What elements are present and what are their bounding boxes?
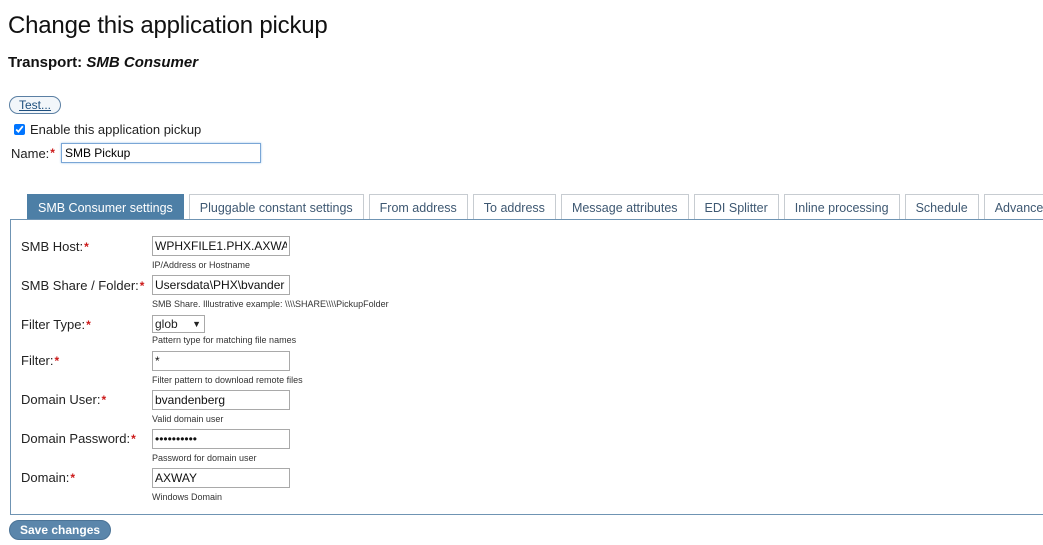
required-marker: *	[131, 432, 136, 446]
required-marker: *	[50, 146, 55, 160]
domain-password-label: Domain Password:	[21, 431, 131, 446]
smb-host-label: SMB Host:	[21, 239, 84, 254]
filter-label: Filter:	[21, 353, 54, 368]
save-changes-button[interactable]: Save changes	[9, 520, 112, 540]
smb-host-help: IP/Address or Hostname	[152, 260, 251, 270]
required-marker: *	[86, 318, 91, 332]
domain-input[interactable]	[152, 468, 290, 488]
tab-message-attributes[interactable]: Message attributes	[560, 194, 689, 219]
transport-label: Transport:	[8, 54, 83, 71]
required-marker: *	[101, 393, 107, 407]
transport-value: SMB Consumer	[86, 54, 199, 71]
dropdown-arrow-icon: ▼	[192, 319, 201, 329]
tab-smb-consumer-settings[interactable]: SMB Consumer settings	[27, 194, 184, 219]
tab-pluggable-constant-settings[interactable]: Pluggable constant settings	[188, 194, 364, 219]
domain-help: Windows Domain	[152, 492, 223, 502]
domain-label: Domain:	[21, 470, 70, 485]
domain-password-help: Password for domain user	[152, 453, 257, 463]
domain-user-input[interactable]	[152, 390, 290, 410]
transport-line: Transport: SMB Consumer	[8, 54, 198, 71]
enable-row: Enable this application pickup	[14, 122, 201, 137]
tab-from-address[interactable]: From address	[368, 194, 468, 219]
domain-password-input[interactable]	[152, 429, 290, 449]
test-button[interactable]: Test...	[9, 96, 62, 114]
filter-type-help: Pattern type for matching file names	[152, 335, 297, 345]
name-input[interactable]	[60, 143, 261, 163]
filter-help: Filter pattern to download remote files	[152, 375, 303, 385]
filter-type-label: Filter Type:	[21, 317, 86, 332]
tab-edi-splitter[interactable]: EDI Splitter	[693, 194, 779, 219]
filter-input[interactable]	[152, 351, 290, 371]
filter-type-select[interactable]: glob ▼	[152, 315, 205, 333]
tab-schedule[interactable]: Schedule	[904, 194, 979, 219]
smb-share-input[interactable]	[152, 275, 290, 295]
smb-share-label: SMB Share / Folder:	[21, 278, 139, 293]
tab-bar: SMB Consumer settings Pluggable constant…	[27, 194, 1043, 219]
domain-user-help: Valid domain user	[152, 414, 224, 424]
settings-panel: SMB Host:* IP/Address or Hostname SMB Sh…	[10, 219, 1043, 515]
tab-inline-processing[interactable]: Inline processing	[783, 194, 900, 219]
required-marker: *	[139, 279, 145, 293]
filter-type-value: glob	[155, 317, 178, 331]
required-marker: *	[70, 471, 76, 485]
domain-user-label: Domain User:	[21, 392, 101, 407]
page-title: Change this application pickup	[8, 12, 328, 39]
enable-label: Enable this application pickup	[30, 122, 202, 137]
enable-checkbox[interactable]	[14, 124, 25, 135]
smb-host-input[interactable]	[152, 236, 290, 256]
tab-to-address[interactable]: To address	[472, 194, 556, 219]
name-row: Name: *	[11, 143, 261, 163]
smb-share-help: SMB Share. Illustrative example: \\\\SHA…	[152, 299, 389, 309]
name-label: Name:	[11, 145, 50, 161]
tab-advanced[interactable]: Advanced	[983, 194, 1043, 219]
required-marker: *	[54, 354, 60, 368]
required-marker: *	[84, 240, 89, 254]
